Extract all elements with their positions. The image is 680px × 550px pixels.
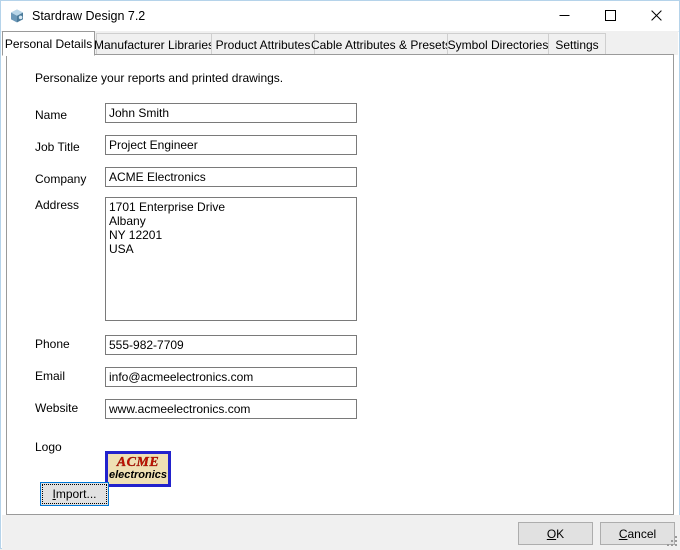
personal-details-panel: Personalize your reports and printed dra… [6,54,674,515]
panel-description: Personalize your reports and printed dra… [35,71,283,85]
tab-label: Personal Details [5,37,92,51]
company-logo-image: ACME electronics [105,451,171,487]
tab-label: Product Attributes [216,38,311,52]
title-bar: Stardraw Design 7.2 [1,1,679,32]
tab-label: Symbol Directories [448,38,549,52]
address-label: Address [35,198,79,212]
window-title: Stardraw Design 7.2 [32,8,145,24]
minimize-button[interactable] [541,1,587,30]
import-rest: mport... [56,487,97,501]
company-label: Company [35,172,86,186]
cancel-button[interactable]: Cancel [600,522,675,545]
phone-label: Phone [35,337,70,351]
tab-manufacturer-libraries[interactable]: Manufacturer Libraries [96,33,212,55]
job-title-label: Job Title [35,140,80,154]
maximize-icon [605,10,616,21]
logo-brand-bottom: electronics [108,469,168,482]
cancel-rest: ancel [627,527,656,541]
tab-strip: Personal Details Manufacturer Libraries … [2,31,678,55]
import-logo-button[interactable]: Import... [40,482,109,506]
tab-settings[interactable]: Settings [548,33,606,55]
company-input[interactable] [105,167,357,187]
app-cube-icon [9,8,25,24]
tab-label: Cable Attributes & Presets [311,38,451,52]
dialog-footer: OK Cancel [2,515,680,549]
tab-label: Settings [555,38,598,52]
tab-cable-attributes-presets[interactable]: Cable Attributes & Presets [314,33,448,55]
address-textarea[interactable]: 1701 Enterprise Drive Albany NY 12201 US… [105,197,357,321]
application-window: Stardraw Design 7.2 Personal Details Man… [0,0,680,549]
tab-product-attributes[interactable]: Product Attributes [211,33,315,55]
name-label: Name [35,108,67,122]
minimize-icon [559,10,570,21]
email-label: Email [35,369,65,383]
ok-button[interactable]: OK [518,522,593,545]
website-label: Website [35,401,78,415]
tab-symbol-directories[interactable]: Symbol Directories [447,33,549,55]
tab-personal-details[interactable]: Personal Details [2,31,95,56]
website-input[interactable] [105,399,357,419]
logo-label: Logo [35,440,62,454]
import-button-label: Import... [52,487,96,501]
close-button[interactable] [633,1,679,30]
phone-input[interactable] [105,335,357,355]
email-input[interactable] [105,367,357,387]
logo-brand-top: ACME [108,455,168,470]
cancel-button-label: Cancel [619,527,656,541]
close-icon [651,10,662,21]
ok-rest: K [556,527,564,541]
tab-label: Manufacturer Libraries [94,38,214,52]
resize-grip-icon[interactable] [666,535,678,547]
maximize-button[interactable] [587,1,633,30]
ok-accelerator: O [547,527,556,541]
job-title-input[interactable] [105,135,357,155]
ok-button-label: OK [547,527,564,541]
name-input[interactable] [105,103,357,123]
